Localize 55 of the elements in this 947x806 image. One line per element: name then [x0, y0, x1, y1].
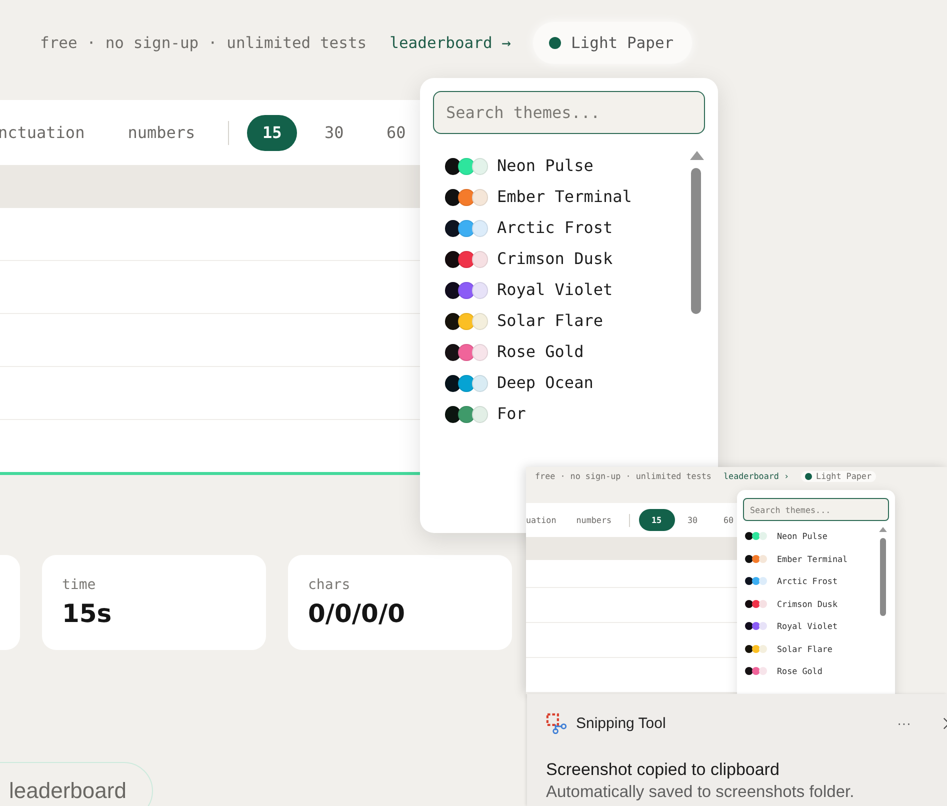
- stat-value: 0/0/0/0: [308, 599, 406, 628]
- theme-option[interactable]: Royal Violet: [445, 280, 613, 300]
- theme-name: Deep Ocean: [497, 373, 594, 393]
- theme-name: Crimson Dusk: [777, 598, 838, 609]
- theme-name: Solar Flare: [777, 644, 832, 654]
- tagline: free · no sign-up · unlimited tests: [535, 471, 712, 482]
- leaderboard-link[interactable]: leaderboard →: [390, 34, 511, 52]
- scroll-up-icon: [879, 527, 887, 532]
- theme-option[interactable]: For: [445, 404, 526, 424]
- stat-value: 15s: [62, 599, 113, 628]
- stat-label: chars: [308, 577, 352, 593]
- theme-name: Ember Terminal: [497, 187, 632, 207]
- theme-name: Royal Violet: [497, 280, 613, 300]
- theme-option[interactable]: Ember Terminal: [445, 187, 632, 207]
- theme-button[interactable]: Light Paper: [532, 22, 692, 64]
- scrollbar-thumb[interactable]: [691, 168, 701, 314]
- theme-option[interactable]: Solar Flare: [445, 311, 603, 331]
- theme-option[interactable]: Neon Pulse: [445, 156, 594, 176]
- theme-option[interactable]: Crimson Dusk: [445, 249, 613, 269]
- theme-name: Crimson Dusk: [497, 249, 613, 269]
- theme-name: For: [497, 404, 526, 424]
- theme-name: Rose Gold: [497, 342, 584, 362]
- scissors-icon: [546, 712, 567, 734]
- duration-option: 30: [674, 509, 711, 531]
- theme-name: Neon Pulse: [497, 156, 594, 176]
- duration-option[interactable]: 30: [309, 114, 360, 150]
- scroll-up-icon[interactable]: [690, 151, 704, 160]
- notification-title: Screenshot copied to clipboard: [545, 760, 780, 780]
- theme-button: Light Paper: [801, 471, 876, 482]
- mode-toggle[interactable]: numbers: [128, 123, 196, 142]
- leaderboard-link: leaderboard ›: [723, 471, 790, 482]
- theme-name: Royal Violet: [777, 621, 838, 632]
- duration-option[interactable]: 60: [371, 114, 422, 150]
- mode-toggle: numbers: [576, 515, 612, 525]
- more-button[interactable]: ···: [897, 715, 911, 731]
- search-field: Search themes...: [743, 498, 889, 521]
- theme-name: Neon Pulse: [777, 531, 828, 542]
- theme-name: Arctic Frost: [777, 576, 838, 586]
- theme-option[interactable]: Deep Ocean: [445, 373, 594, 393]
- stat-label: time: [62, 577, 97, 593]
- mode-toggle: uation: [526, 515, 556, 525]
- leaderboard-button[interactable]: leaderboard: [0, 762, 154, 806]
- theme-option[interactable]: Rose Gold: [445, 342, 584, 362]
- notification-text: Automatically saved to screenshots folder.: [545, 783, 856, 802]
- app-name: Snipping Tool: [576, 714, 666, 732]
- duration-option: 15: [638, 509, 675, 531]
- theme-name: Arctic Frost: [497, 218, 613, 238]
- duration-option[interactable]: 15: [247, 114, 298, 150]
- theme-name: Rose Gold: [777, 666, 822, 676]
- theme-option[interactable]: Arctic Frost: [445, 218, 613, 238]
- theme-name: Ember Terminal: [777, 554, 848, 564]
- search-field[interactable]: Search themes...: [433, 91, 705, 134]
- theme-name: Solar Flare: [497, 311, 603, 331]
- screenshot-preview-toast[interactable]: free · no sign-up · unlimited tests leaderboard › Light Paper uation numbers 15 30 60 Search themes... Neon Pulse Ember Terminal Arctic Frost Crimson Dusk Royal Violet Solar Flare Rose Gold: [526, 467, 947, 694]
- tagline: free · no sign-up · unlimited tests: [40, 34, 367, 52]
